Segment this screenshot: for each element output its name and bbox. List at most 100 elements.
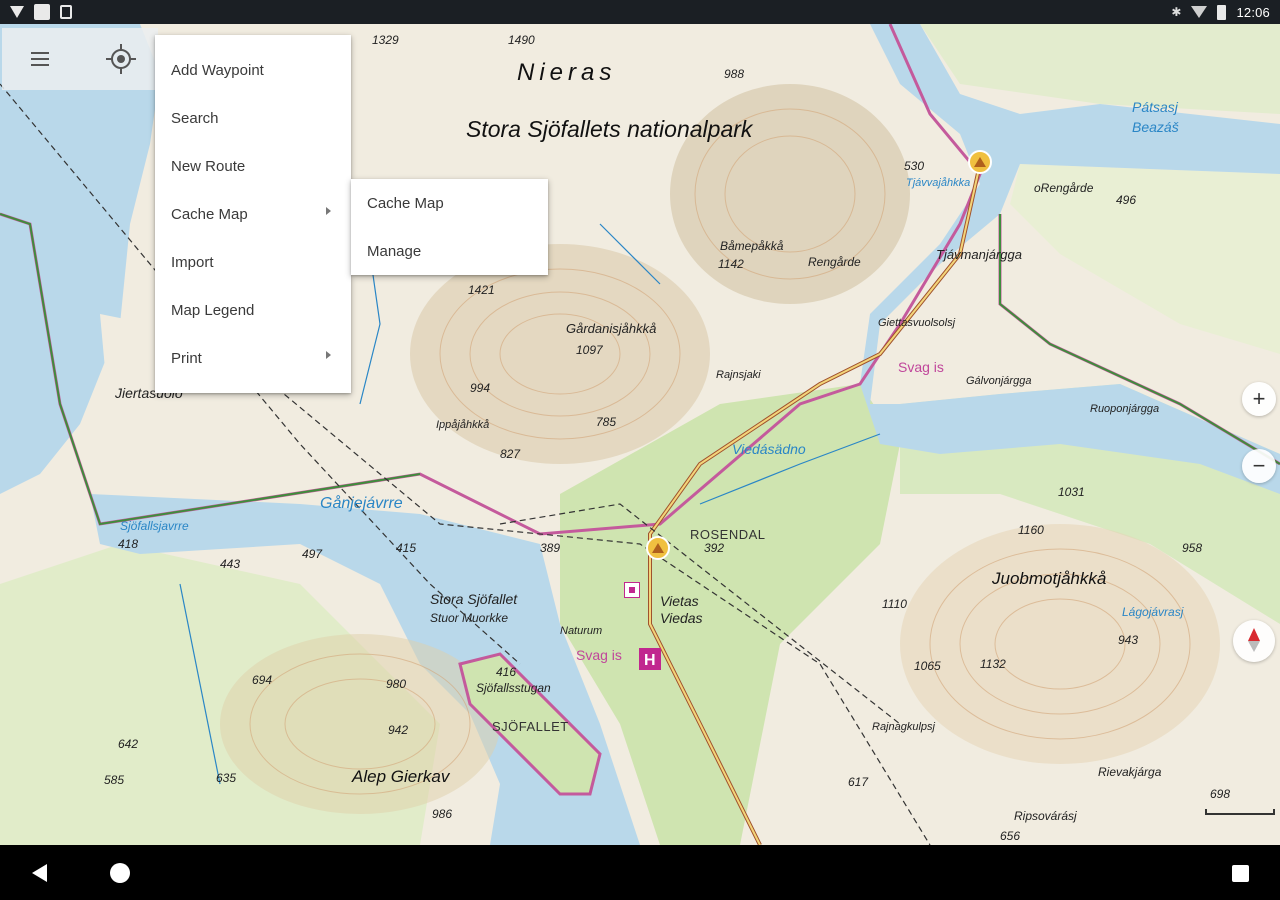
elevation-label: 994 (470, 381, 491, 395)
elevation-label: 980 (386, 677, 407, 691)
wifi-icon (1191, 6, 1208, 18)
elevation-label: 1160 (1018, 523, 1044, 537)
elevation-label: 1065 (914, 659, 941, 673)
elevation-label: 1031 (1058, 485, 1085, 499)
elevation-label: 585 (104, 773, 125, 787)
menu-item-label: Cache Map (171, 205, 248, 223)
elevation-label: 415 (396, 541, 417, 555)
map-label-svag-is-1: Svag is (898, 359, 944, 375)
recents-icon[interactable] (1232, 865, 1249, 882)
back-icon[interactable] (32, 864, 47, 882)
menu-item-label: Search (171, 109, 219, 127)
elevation-label: 986 (432, 807, 453, 821)
chevron-right-icon (326, 351, 331, 359)
download-icon (10, 6, 24, 18)
campsite-icon[interactable] (646, 536, 670, 560)
map-label-naturum: Naturum (560, 625, 603, 637)
campsite-icon[interactable] (968, 150, 992, 174)
elevation-label: 698 (1210, 787, 1231, 801)
map-label-patsasj: Pátsasj (1132, 99, 1178, 115)
elevation-label: 694 (252, 673, 273, 687)
map-label-juobmotjahkka: Juobmotjåhkkå (992, 569, 1107, 588)
elevation-label: 1097 (576, 343, 603, 357)
elevation-label: 389 (540, 541, 561, 555)
status-bar: ✱ 12:06 (0, 0, 1280, 24)
cache-map-submenu: Cache Map Manage (351, 179, 548, 275)
map-label-ippajahkka: Ippåjåhkkå (436, 419, 490, 431)
map-label-bamepakka: Båmepåkkå (720, 239, 784, 253)
elevation-label: 656 (1000, 829, 1021, 843)
map-label-svag-is-2: Svag is (576, 647, 622, 663)
map-label-sjofallsjavrre: Sjöfallsjavrre (120, 519, 189, 533)
hotel-icon[interactable]: H (639, 648, 661, 670)
scale-bar (1205, 809, 1275, 815)
map-label-park: Stora Sjöfallets nationalpark (466, 116, 753, 142)
zoom-in-button[interactable]: + (1242, 382, 1276, 416)
map-label-viedasatno: Viedásädno (732, 441, 806, 457)
sim-icon (60, 5, 72, 19)
menu-item-label: Add Waypoint (171, 61, 264, 79)
chevron-right-icon (326, 207, 331, 215)
map-label-ruoponjargga: Ruoponjárgga (1090, 403, 1160, 415)
menu-item-search[interactable]: Search (155, 94, 351, 142)
menu-item-label: Print (171, 349, 202, 367)
map-label-sjofallet: SJÖFALLET (492, 719, 569, 734)
elevation-label: 392 (704, 541, 725, 555)
map-label-rievakjarga: Rievakjárga (1098, 765, 1162, 779)
map-label-ripsovarasj: Ripsovárásj (1014, 809, 1077, 823)
elevation-label: 530 (904, 159, 925, 173)
map-label-ganjejavrre: Gånjejávrre (320, 495, 403, 512)
elevation-label: 496 (1116, 193, 1137, 207)
menu-item-import[interactable]: Import (155, 238, 351, 286)
map-label-rengarde2: oRengårde (1034, 181, 1094, 195)
home-icon[interactable] (110, 863, 130, 883)
elevation-label: 635 (216, 771, 237, 785)
menu-item-new-route[interactable]: New Route (155, 142, 351, 190)
elevation-label: 958 (1182, 541, 1203, 555)
map-label-gardanisjahkka: Gårdanisjåhkkå (566, 321, 657, 336)
map-label-beazas: Beazáš (1132, 119, 1179, 135)
elevation-label: 497 (302, 547, 323, 561)
menu-item-add-waypoint[interactable]: Add Waypoint (155, 46, 351, 94)
elevation-label: 942 (388, 723, 409, 737)
my-location-icon[interactable] (106, 44, 136, 74)
submenu-item-cache-map[interactable]: Cache Map (351, 179, 548, 227)
app-icon (34, 4, 50, 20)
map-label-rajnsjaki: Rajnsjaki (716, 369, 761, 381)
menu-item-label: Cache Map (367, 194, 444, 212)
map-label-nieras: Nieras (517, 59, 617, 86)
zoom-out-button[interactable]: − (1242, 449, 1276, 483)
map-label-rosendal: ROSENDAL (690, 527, 766, 542)
elevation-label: 988 (724, 67, 745, 81)
map-label-vietas: Vietas (660, 593, 699, 609)
elevation-label: 642 (118, 737, 139, 751)
elevation-label: 1421 (468, 283, 495, 297)
overflow-menu: Add Waypoint Search New Route Cache Map … (155, 35, 351, 393)
elevation-label: 1329 (372, 33, 399, 47)
map-label-sjofallsstugan: Sjöfallsstugan (476, 681, 551, 695)
menu-item-label: Import (171, 253, 214, 271)
map-label-lagojavrasj: Lágojávrasj (1122, 605, 1184, 619)
bluetooth-icon: ✱ (1171, 5, 1182, 19)
menu-item-label: New Route (171, 157, 246, 175)
map-label-viedas: Viedas (660, 610, 703, 626)
status-left-icons (10, 4, 72, 20)
submenu-item-manage[interactable]: Manage (351, 227, 548, 275)
info-point-icon[interactable] (624, 582, 640, 598)
hamburger-menu-icon[interactable] (22, 48, 62, 72)
status-right-icons: ✱ 12:06 (1171, 4, 1270, 20)
map-label-rengarde: Rengårde (808, 255, 861, 269)
elevation-label: 416 (496, 665, 517, 679)
menu-item-print[interactable]: Print (155, 334, 351, 382)
menu-item-map-legend[interactable]: Map Legend (155, 286, 351, 334)
map-label-rajnagkulpsj: Rajnagkulpsj (872, 721, 935, 733)
battery-icon (1217, 4, 1227, 20)
menu-item-label: Map Legend (171, 301, 255, 319)
map-toolbar (2, 28, 158, 90)
compass-north-icon[interactable] (1233, 620, 1275, 662)
elevation-label: 1110 (882, 597, 907, 611)
status-time: 12:06 (1236, 4, 1270, 20)
menu-item-cache-map[interactable]: Cache Map (155, 190, 351, 238)
elevation-label: 617 (848, 775, 869, 789)
map-label-tjavvajahkka: Tjávvajåhkka (906, 177, 971, 189)
